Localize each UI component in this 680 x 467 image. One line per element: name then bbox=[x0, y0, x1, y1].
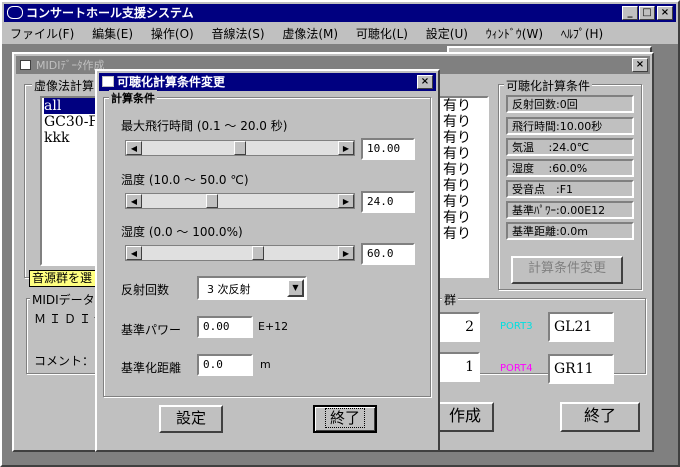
menu-image-method[interactable]: 虚像法(M) bbox=[282, 27, 338, 41]
humid-slider-thumb[interactable] bbox=[252, 246, 265, 260]
dialog-title: 可聴化計算条件変更 bbox=[117, 75, 226, 89]
slider-right-arrow-icon[interactable]: ▶ bbox=[338, 246, 354, 260]
port4-field[interactable]: GR11 bbox=[548, 354, 614, 384]
menu-window[interactable]: ｳｨﾝﾄﾞｳ(W) bbox=[486, 27, 543, 41]
midi-window-icon bbox=[20, 60, 31, 70]
dialog-close-icon[interactable]: × bbox=[417, 75, 433, 89]
dialog-titlebar: 可聴化計算条件変更 × bbox=[99, 73, 436, 91]
status-item[interactable]: 有り bbox=[443, 194, 487, 210]
menu-file[interactable]: ファイル(F) bbox=[10, 27, 74, 41]
maximize-icon[interactable]: □ bbox=[639, 6, 655, 20]
chevron-down-icon[interactable]: ▼ bbox=[287, 279, 304, 297]
menu-edit[interactable]: 編集(E) bbox=[92, 27, 133, 41]
main-titlebar: コンサートホール支援システム _ □ × bbox=[4, 4, 676, 22]
calc-info-ref-power: 基準ﾊﾟﾜｰ:0.00E12 bbox=[506, 201, 634, 219]
calc-info-flight-time: 飛行時間:10.00秒 bbox=[506, 117, 634, 135]
calc-info-receiver: 受音点 :F1 bbox=[506, 180, 634, 198]
humid-slider[interactable]: ◀ ▶ bbox=[125, 245, 355, 261]
dialog-group-label: 計算条件 bbox=[109, 90, 157, 106]
close-icon[interactable]: × bbox=[657, 6, 673, 20]
status-item[interactable]: 有り bbox=[443, 210, 487, 226]
dialog-end-button-label: 終了 bbox=[324, 408, 365, 428]
distance-label: 基準化距離 bbox=[121, 361, 182, 375]
settings-button[interactable]: 設定 bbox=[159, 405, 223, 433]
status-item[interactable]: 有り bbox=[443, 130, 487, 146]
max-time-slider-thumb[interactable] bbox=[234, 141, 246, 155]
change-cond-button[interactable]: 計算条件変更 bbox=[511, 256, 623, 284]
port-group-label: 群 bbox=[442, 291, 459, 308]
dialog-icon bbox=[102, 76, 114, 87]
menu-settings[interactable]: 設定(U) bbox=[426, 27, 468, 41]
humid-label: 湿度 (0.0 〜 100.0%) bbox=[121, 225, 243, 239]
calc-info-temperature: 気温 :24.0℃ bbox=[506, 138, 634, 156]
calc-dialog: 可聴化計算条件変更 × 計算条件 最大飛行時間 (0.1 〜 20.0 秒) ◀… bbox=[95, 69, 440, 452]
minimize-icon[interactable]: _ bbox=[622, 6, 638, 20]
midi-close-icon[interactable]: × bbox=[632, 58, 648, 72]
max-time-label: 最大飛行時間 (0.1 〜 20.0 秒) bbox=[121, 119, 288, 133]
menu-operation[interactable]: 操作(O) bbox=[151, 27, 194, 41]
reflect-select-value: 3 次反射 bbox=[207, 283, 251, 296]
max-time-input[interactable]: 10.00 bbox=[361, 138, 415, 160]
calc-info-humidity: 湿度 :60.0% bbox=[506, 159, 634, 177]
temp-slider-thumb[interactable] bbox=[206, 194, 219, 208]
port3-field[interactable]: GL21 bbox=[548, 312, 614, 342]
status-item[interactable]: 有り bbox=[443, 226, 487, 242]
mirror-group-label: 虚像法計算 bbox=[32, 77, 97, 94]
slider-right-arrow-icon[interactable]: ▶ bbox=[338, 194, 354, 208]
calc-info-ref-distance: 基準距離:0.0m bbox=[506, 222, 634, 240]
status-item[interactable]: 有り bbox=[443, 114, 487, 130]
slider-left-arrow-icon[interactable]: ◀ bbox=[126, 246, 142, 260]
comment-label: コメント： bbox=[34, 354, 95, 368]
midi-file-label: ＭＩＤＩﾃ bbox=[34, 312, 104, 326]
port3-label: PORT3 bbox=[500, 321, 533, 332]
midi-data-label: MIDIデータ bbox=[30, 291, 97, 308]
menu-help[interactable]: ﾍﾙﾌﾟ(H) bbox=[561, 27, 603, 41]
status-item[interactable]: 有り bbox=[443, 98, 487, 114]
slider-left-arrow-icon[interactable]: ◀ bbox=[126, 194, 142, 208]
midi-end-button[interactable]: 終了 bbox=[560, 402, 640, 432]
reflect-label: 反射回数 bbox=[121, 283, 170, 297]
create-button-label: 作成 bbox=[448, 406, 481, 425]
dialog-end-button[interactable]: 終了 bbox=[313, 405, 377, 433]
sound-group-label: 音源群を選 bbox=[29, 270, 99, 287]
power-input[interactable]: 0.00 bbox=[197, 316, 253, 338]
temp-label: 温度 (10.0 〜 50.0 ℃) bbox=[121, 173, 249, 187]
reflect-select[interactable]: 3 次反射 ▼ bbox=[197, 276, 307, 300]
menu-auralization[interactable]: 可聴化(L) bbox=[356, 27, 408, 41]
app-icon bbox=[7, 6, 23, 19]
distance-unit: m bbox=[260, 358, 271, 371]
slider-left-arrow-icon[interactable]: ◀ bbox=[126, 141, 142, 155]
slider-right-arrow-icon[interactable]: ▶ bbox=[338, 141, 354, 155]
humid-input[interactable]: 60.0 bbox=[361, 243, 415, 265]
status-item[interactable]: 有り bbox=[443, 178, 487, 194]
menu-ray-method[interactable]: 音線法(S) bbox=[212, 27, 265, 41]
status-item[interactable]: 有り bbox=[443, 162, 487, 178]
status-list[interactable]: 有り 有り 有り 有り 有り 有り 有り 有り 有り bbox=[437, 96, 489, 278]
calc-info-reflections: 反射回数:0回 bbox=[506, 95, 634, 113]
power-label: 基準パワー bbox=[121, 323, 182, 337]
power-unit: E+12 bbox=[258, 320, 289, 333]
menu-bar: ファイル(F) 編集(E) 操作(O) 音線法(S) 虚像法(M) 可聴化(L)… bbox=[10, 25, 617, 43]
port4-label: PORT4 bbox=[500, 363, 533, 374]
max-time-slider[interactable]: ◀ ▶ bbox=[125, 140, 355, 156]
status-item[interactable]: 有り bbox=[443, 146, 487, 162]
distance-input[interactable]: 0.0 bbox=[197, 354, 253, 376]
temp-input[interactable]: 24.0 bbox=[361, 191, 415, 213]
temp-slider[interactable]: ◀ ▶ bbox=[125, 193, 355, 209]
app-title: コンサートホール支援システム bbox=[26, 6, 194, 20]
calc-cond-title: 可聴化計算条件 bbox=[504, 77, 593, 94]
